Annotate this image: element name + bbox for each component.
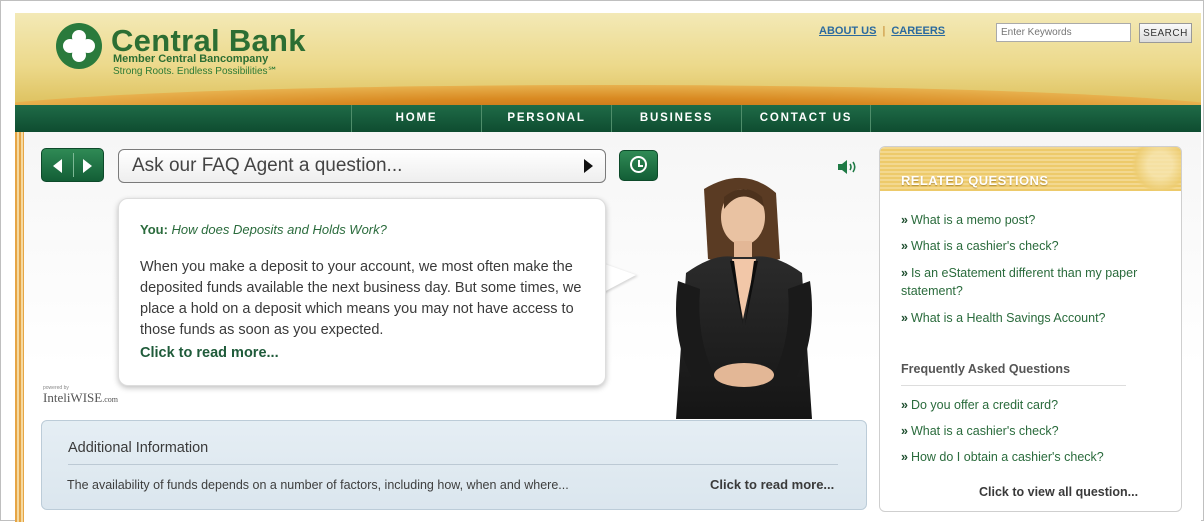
related-question-link[interactable]: » What is a cashier's check? [901, 237, 1161, 255]
nav-item-home[interactable]: HOME [351, 105, 481, 132]
related-question-link[interactable]: » Is an eStatement different than my pape… [901, 264, 1156, 300]
agent-answer-bubble: You: How does Deposits and Holds Work? W… [118, 198, 606, 386]
careers-link[interactable]: CAREERS [891, 25, 945, 37]
clock-icon [630, 156, 647, 173]
user-question: How does Deposits and Holds Work? [171, 222, 387, 237]
decorative-stripes [15, 132, 24, 522]
question-text: What is a Health Savings Account? [910, 311, 1106, 325]
question-text: What is a cashier's check? [910, 424, 1059, 438]
inteliwise-logo[interactable]: InteliWISE.com [43, 390, 118, 406]
agent-answer: When you make a deposit to your account,… [140, 259, 582, 338]
double-chevron-icon: » [901, 213, 908, 227]
inteliwise-domain: .com [102, 395, 118, 404]
question-text: Is an eStatement different than my paper… [901, 266, 1138, 298]
about-us-link[interactable]: ABOUT US [819, 25, 876, 37]
double-chevron-icon: » [901, 398, 908, 412]
related-question-link[interactable]: » What is a Health Savings Account? [901, 309, 1161, 327]
double-chevron-icon: » [901, 424, 908, 438]
related-questions-panel: RELATED QUESTIONS » What is a memo post? … [879, 146, 1182, 512]
view-all-questions-link[interactable]: Click to view all question... [979, 485, 1138, 499]
virtual-agent-figure [676, 177, 812, 419]
double-chevron-icon: » [901, 450, 908, 464]
divider [73, 153, 74, 177]
nav-item-personal[interactable]: PERSONAL [481, 105, 611, 132]
history-button[interactable] [619, 150, 658, 181]
page-frame: Central Bank Member Central Bancompany S… [0, 0, 1204, 522]
tagline: Strong Roots. Endless Possibilities℠ [113, 66, 278, 77]
additional-info-panel: Additional Information The availability … [41, 420, 867, 510]
faq-question-link[interactable]: » What is a cashier's check? [901, 422, 1161, 440]
link-separator: | [882, 25, 886, 37]
faq-question-input[interactable]: Ask our FAQ Agent a question... [118, 149, 606, 183]
question-text: What is a memo post? [910, 213, 1036, 227]
chevron-right-icon[interactable] [83, 159, 92, 173]
answer-read-more-link[interactable]: Click to read more... [140, 345, 279, 361]
double-chevron-icon: » [901, 239, 908, 253]
related-questions-title: RELATED QUESTIONS [901, 173, 1049, 188]
search-button[interactable]: SEARCH [1139, 23, 1192, 43]
chevron-left-icon[interactable] [53, 159, 62, 173]
nav-item-business[interactable]: BUSINESS [611, 105, 741, 132]
faq-question-link[interactable]: » Do you offer a credit card? [901, 396, 1161, 414]
inteliwise-brand: InteliWISE [43, 390, 103, 405]
faq-question-link[interactable]: » How do I obtain a cashier's check? [901, 448, 1161, 466]
faq-section-title: Frequently Asked Questions [901, 362, 1071, 376]
clover-logo-icon[interactable] [56, 23, 102, 69]
search-input[interactable] [996, 23, 1131, 42]
question-text: What is a cashier's check? [910, 239, 1059, 253]
main-nav: HOME PERSONAL BUSINESS CONTACT US [15, 105, 1201, 132]
you-label: You: [140, 222, 168, 237]
double-chevron-icon: » [901, 266, 908, 280]
divider [68, 464, 838, 465]
divider [901, 385, 1126, 386]
question-navigation [41, 148, 104, 182]
additional-info-title: Additional Information [68, 440, 209, 456]
member-line: Member Central Bancompany [113, 53, 269, 65]
double-chevron-icon: » [901, 311, 908, 325]
question-text: How do I obtain a cashier's check? [910, 450, 1104, 464]
additional-info-read-more-link[interactable]: Click to read more... [710, 477, 834, 492]
question-text: Do you offer a credit card? [910, 398, 1059, 412]
additional-info-text: The availability of funds depends on a n… [67, 478, 569, 492]
user-question-line: You: How does Deposits and Holds Work? [140, 222, 387, 237]
play-icon[interactable] [584, 159, 593, 173]
bubble-tail [602, 263, 636, 293]
nav-item-contact-us[interactable]: CONTACT US [741, 105, 871, 132]
related-question-link[interactable]: » What is a memo post? [901, 211, 1161, 229]
speaker-icon[interactable] [837, 159, 859, 175]
top-links: ABOUT US | CAREERS [819, 25, 945, 37]
